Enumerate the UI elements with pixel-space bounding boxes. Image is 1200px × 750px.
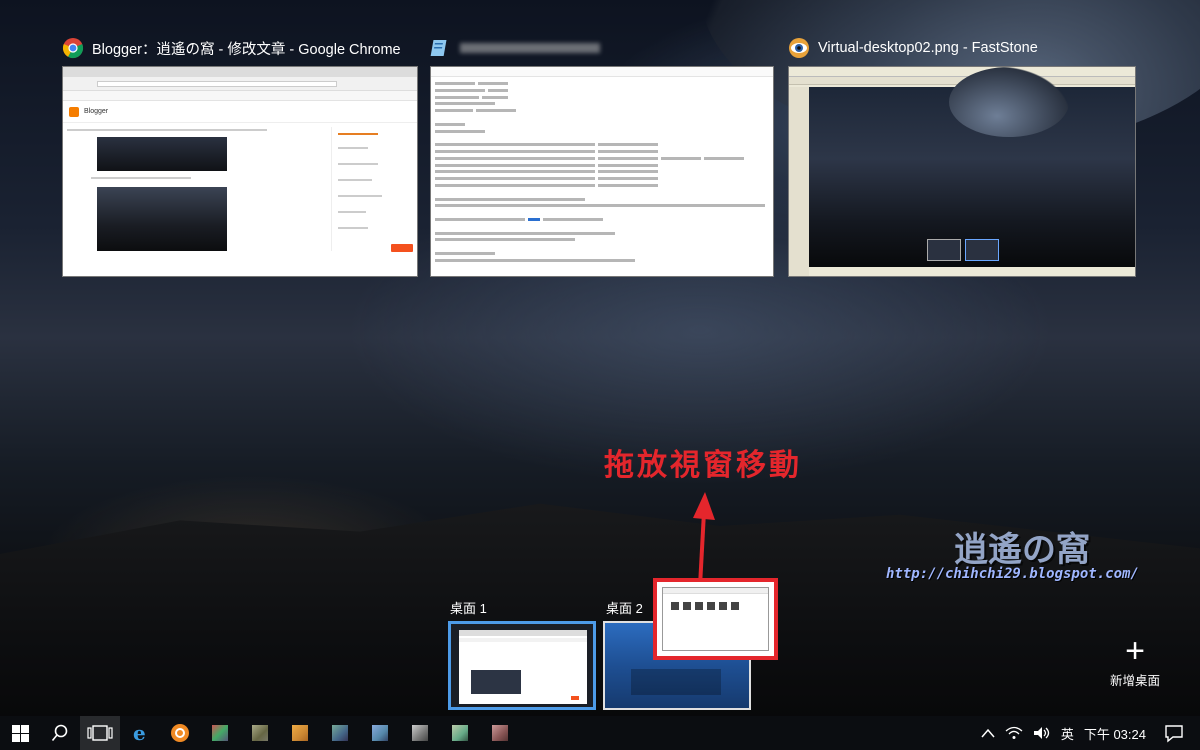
notepad-icon (430, 40, 447, 56)
window-chrome-thumbnail[interactable]: Blogger (62, 66, 418, 277)
wifi-icon[interactable] (1005, 726, 1023, 740)
faststone-preview-desktop-1 (927, 239, 961, 261)
taskbar: e 英 下午 03:24 (0, 716, 1200, 750)
notepad-menubar (431, 67, 773, 77)
taskbar-app-4[interactable] (320, 716, 360, 750)
faststone-preview-desktop-2 (965, 239, 999, 261)
volume-icon[interactable] (1033, 726, 1051, 740)
faststone-menubar (789, 67, 1135, 77)
search-icon[interactable] (40, 716, 80, 750)
dragged-window[interactable] (653, 578, 778, 660)
ie-icon[interactable]: e (120, 716, 160, 750)
desktop-1-thumbnail[interactable] (448, 621, 596, 710)
taskbar-app-7[interactable] (440, 716, 480, 750)
editor-image-1 (97, 137, 227, 171)
faststone-image-canvas (809, 67, 1135, 267)
window-notepad-header[interactable] (430, 36, 600, 60)
ime-indicator[interactable]: 英 (1061, 724, 1074, 743)
clock[interactable]: 下午 03:24 (1084, 724, 1146, 743)
watermark-logo: 逍遙の窩 (954, 530, 1090, 570)
watermark-url: http://chihchi29.blogspot.com/ (886, 566, 1139, 582)
editor-image-2 (97, 187, 227, 251)
chevron-up-icon[interactable] (981, 728, 995, 738)
window-chrome-title: Blogger：逍遙の窩 - 修改文章 - Google Chrome (92, 41, 401, 58)
blogger-publish-button (391, 244, 413, 252)
svg-text:e: e (133, 723, 146, 743)
window-faststone-title: Virtual-desktop02.png - FastStone (818, 40, 1038, 56)
annotation-arrow-icon (693, 492, 715, 587)
window-notepad-thumbnail[interactable] (430, 66, 774, 277)
window-faststone-header[interactable]: Virtual-desktop02.png - FastStone (788, 36, 1038, 60)
blogger-editor (67, 129, 327, 251)
faststone-side-panel (789, 87, 809, 276)
orange-app-icon[interactable] (160, 716, 200, 750)
annotation-drag-text: 拖放視窗移動 (604, 448, 802, 483)
window-notepad-title-blurred (460, 43, 600, 53)
taskbar-app-3[interactable] (280, 716, 320, 750)
taskbar-app-1[interactable] (200, 716, 240, 750)
chrome-tabstrip (63, 67, 417, 77)
taskbar-app-2[interactable] (240, 716, 280, 750)
blogger-name: Blogger (84, 108, 109, 115)
dragged-window-preview (662, 587, 769, 651)
desktop-1-label: 桌面 1 (450, 601, 487, 616)
windows-start-icon[interactable] (0, 716, 40, 750)
window-chrome[interactable]: Blogger：逍遙の窩 - 修改文章 - Google Chrome Blog… (62, 36, 418, 277)
notification-icon[interactable] (1156, 723, 1190, 743)
chrome-bookmarks-bar (63, 91, 417, 101)
blogger-header: Blogger (63, 101, 417, 123)
window-chrome-header[interactable]: Blogger：逍遙の窩 - 修改文章 - Google Chrome (62, 36, 401, 60)
desktop-2-label: 桌面 2 (606, 601, 643, 616)
task-view-icon[interactable] (80, 716, 120, 750)
plus-icon: + (1125, 632, 1145, 670)
window-faststone[interactable]: Virtual-desktop02.png - FastStone (788, 36, 1136, 277)
new-desktop-label: 新增桌面 (1109, 674, 1160, 688)
new-desktop-button[interactable]: + 新增桌面 (1102, 632, 1168, 689)
desktop-1-window-preview (459, 630, 587, 704)
window-notepad[interactable] (430, 36, 774, 277)
taskbar-app-8[interactable] (480, 716, 520, 750)
chrome-address-bar (63, 77, 417, 91)
blogger-post-settings (331, 127, 415, 251)
chrome-icon (62, 38, 84, 59)
taskbar-app-5[interactable] (360, 716, 400, 750)
faststone-icon (789, 38, 809, 58)
blogger-logo-icon (69, 106, 79, 117)
system-tray: 英 下午 03:24 (981, 716, 1200, 750)
faststone-preview-planet (949, 67, 1069, 137)
taskbar-app-6[interactable] (400, 716, 440, 750)
window-faststone-thumbnail[interactable] (788, 66, 1136, 277)
wallpaper-hills (0, 503, 1200, 750)
blogger-editor-area (63, 123, 417, 254)
